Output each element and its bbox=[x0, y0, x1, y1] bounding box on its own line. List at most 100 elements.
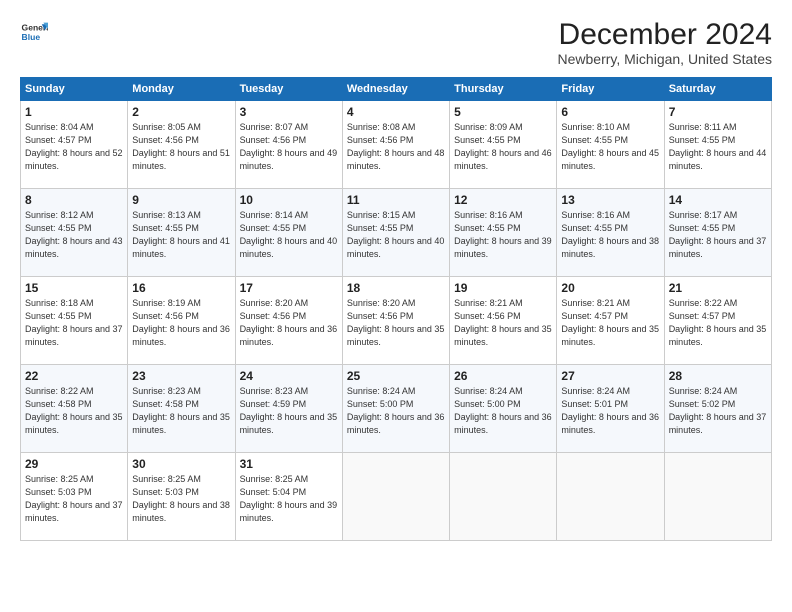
week-row-3: 15 Sunrise: 8:18 AM Sunset: 4:55 PM Dayl… bbox=[21, 277, 772, 365]
day-cell: 10 Sunrise: 8:14 AM Sunset: 4:55 PM Dayl… bbox=[235, 189, 342, 277]
day-info: Sunrise: 8:23 AM Sunset: 4:58 PM Dayligh… bbox=[132, 385, 230, 437]
day-number: 4 bbox=[347, 105, 445, 119]
header-row: Sunday Monday Tuesday Wednesday Thursday… bbox=[21, 78, 772, 101]
day-number: 26 bbox=[454, 369, 552, 383]
day-cell: 2 Sunrise: 8:05 AM Sunset: 4:56 PM Dayli… bbox=[128, 101, 235, 189]
day-info: Sunrise: 8:07 AM Sunset: 4:56 PM Dayligh… bbox=[240, 121, 338, 173]
day-number: 22 bbox=[25, 369, 123, 383]
day-info: Sunrise: 8:21 AM Sunset: 4:56 PM Dayligh… bbox=[454, 297, 552, 349]
week-row-4: 22 Sunrise: 8:22 AM Sunset: 4:58 PM Dayl… bbox=[21, 365, 772, 453]
day-number: 3 bbox=[240, 105, 338, 119]
day-cell: 11 Sunrise: 8:15 AM Sunset: 4:55 PM Dayl… bbox=[342, 189, 449, 277]
day-cell: 29 Sunrise: 8:25 AM Sunset: 5:03 PM Dayl… bbox=[21, 453, 128, 541]
day-cell: 25 Sunrise: 8:24 AM Sunset: 5:00 PM Dayl… bbox=[342, 365, 449, 453]
title-area: December 2024 Newberry, Michigan, United… bbox=[558, 18, 773, 67]
calendar-body: 1 Sunrise: 8:04 AM Sunset: 4:57 PM Dayli… bbox=[21, 101, 772, 541]
calendar-table: Sunday Monday Tuesday Wednesday Thursday… bbox=[20, 77, 772, 541]
day-cell: 5 Sunrise: 8:09 AM Sunset: 4:55 PM Dayli… bbox=[450, 101, 557, 189]
day-cell bbox=[342, 453, 449, 541]
week-row-5: 29 Sunrise: 8:25 AM Sunset: 5:03 PM Dayl… bbox=[21, 453, 772, 541]
day-number: 16 bbox=[132, 281, 230, 295]
day-cell: 24 Sunrise: 8:23 AM Sunset: 4:59 PM Dayl… bbox=[235, 365, 342, 453]
day-number: 7 bbox=[669, 105, 767, 119]
day-info: Sunrise: 8:23 AM Sunset: 4:59 PM Dayligh… bbox=[240, 385, 338, 437]
day-info: Sunrise: 8:24 AM Sunset: 5:02 PM Dayligh… bbox=[669, 385, 767, 437]
day-info: Sunrise: 8:19 AM Sunset: 4:56 PM Dayligh… bbox=[132, 297, 230, 349]
day-cell bbox=[450, 453, 557, 541]
week-row-2: 8 Sunrise: 8:12 AM Sunset: 4:55 PM Dayli… bbox=[21, 189, 772, 277]
day-cell: 18 Sunrise: 8:20 AM Sunset: 4:56 PM Dayl… bbox=[342, 277, 449, 365]
day-info: Sunrise: 8:09 AM Sunset: 4:55 PM Dayligh… bbox=[454, 121, 552, 173]
day-info: Sunrise: 8:21 AM Sunset: 4:57 PM Dayligh… bbox=[561, 297, 659, 349]
day-cell: 13 Sunrise: 8:16 AM Sunset: 4:55 PM Dayl… bbox=[557, 189, 664, 277]
day-info: Sunrise: 8:14 AM Sunset: 4:55 PM Dayligh… bbox=[240, 209, 338, 261]
day-cell: 23 Sunrise: 8:23 AM Sunset: 4:58 PM Dayl… bbox=[128, 365, 235, 453]
day-number: 28 bbox=[669, 369, 767, 383]
header: General Blue December 2024 Newberry, Mic… bbox=[20, 18, 772, 67]
col-wednesday: Wednesday bbox=[342, 78, 449, 101]
day-info: Sunrise: 8:12 AM Sunset: 4:55 PM Dayligh… bbox=[25, 209, 123, 261]
logo-icon: General Blue bbox=[20, 18, 48, 46]
day-cell: 12 Sunrise: 8:16 AM Sunset: 4:55 PM Dayl… bbox=[450, 189, 557, 277]
day-number: 6 bbox=[561, 105, 659, 119]
day-info: Sunrise: 8:24 AM Sunset: 5:01 PM Dayligh… bbox=[561, 385, 659, 437]
day-info: Sunrise: 8:22 AM Sunset: 4:57 PM Dayligh… bbox=[669, 297, 767, 349]
day-number: 11 bbox=[347, 193, 445, 207]
day-cell: 17 Sunrise: 8:20 AM Sunset: 4:56 PM Dayl… bbox=[235, 277, 342, 365]
day-number: 13 bbox=[561, 193, 659, 207]
day-cell: 27 Sunrise: 8:24 AM Sunset: 5:01 PM Dayl… bbox=[557, 365, 664, 453]
day-number: 19 bbox=[454, 281, 552, 295]
day-info: Sunrise: 8:24 AM Sunset: 5:00 PM Dayligh… bbox=[454, 385, 552, 437]
day-info: Sunrise: 8:22 AM Sunset: 4:58 PM Dayligh… bbox=[25, 385, 123, 437]
day-number: 1 bbox=[25, 105, 123, 119]
day-cell: 31 Sunrise: 8:25 AM Sunset: 5:04 PM Dayl… bbox=[235, 453, 342, 541]
day-cell: 8 Sunrise: 8:12 AM Sunset: 4:55 PM Dayli… bbox=[21, 189, 128, 277]
day-number: 5 bbox=[454, 105, 552, 119]
day-info: Sunrise: 8:11 AM Sunset: 4:55 PM Dayligh… bbox=[669, 121, 767, 173]
day-info: Sunrise: 8:15 AM Sunset: 4:55 PM Dayligh… bbox=[347, 209, 445, 261]
day-cell: 1 Sunrise: 8:04 AM Sunset: 4:57 PM Dayli… bbox=[21, 101, 128, 189]
day-cell: 19 Sunrise: 8:21 AM Sunset: 4:56 PM Dayl… bbox=[450, 277, 557, 365]
col-saturday: Saturday bbox=[664, 78, 771, 101]
day-info: Sunrise: 8:13 AM Sunset: 4:55 PM Dayligh… bbox=[132, 209, 230, 261]
day-number: 9 bbox=[132, 193, 230, 207]
col-sunday: Sunday bbox=[21, 78, 128, 101]
day-info: Sunrise: 8:18 AM Sunset: 4:55 PM Dayligh… bbox=[25, 297, 123, 349]
day-info: Sunrise: 8:20 AM Sunset: 4:56 PM Dayligh… bbox=[240, 297, 338, 349]
day-number: 10 bbox=[240, 193, 338, 207]
day-info: Sunrise: 8:17 AM Sunset: 4:55 PM Dayligh… bbox=[669, 209, 767, 261]
day-cell bbox=[557, 453, 664, 541]
day-cell bbox=[664, 453, 771, 541]
day-info: Sunrise: 8:10 AM Sunset: 4:55 PM Dayligh… bbox=[561, 121, 659, 173]
day-cell: 3 Sunrise: 8:07 AM Sunset: 4:56 PM Dayli… bbox=[235, 101, 342, 189]
col-thursday: Thursday bbox=[450, 78, 557, 101]
day-number: 14 bbox=[669, 193, 767, 207]
col-monday: Monday bbox=[128, 78, 235, 101]
day-number: 29 bbox=[25, 457, 123, 471]
day-number: 30 bbox=[132, 457, 230, 471]
subtitle: Newberry, Michigan, United States bbox=[558, 51, 773, 67]
day-cell: 9 Sunrise: 8:13 AM Sunset: 4:55 PM Dayli… bbox=[128, 189, 235, 277]
day-number: 18 bbox=[347, 281, 445, 295]
day-info: Sunrise: 8:04 AM Sunset: 4:57 PM Dayligh… bbox=[25, 121, 123, 173]
day-number: 8 bbox=[25, 193, 123, 207]
page: General Blue December 2024 Newberry, Mic… bbox=[0, 0, 792, 551]
day-info: Sunrise: 8:05 AM Sunset: 4:56 PM Dayligh… bbox=[132, 121, 230, 173]
day-cell: 16 Sunrise: 8:19 AM Sunset: 4:56 PM Dayl… bbox=[128, 277, 235, 365]
day-info: Sunrise: 8:08 AM Sunset: 4:56 PM Dayligh… bbox=[347, 121, 445, 173]
main-title: December 2024 bbox=[558, 18, 773, 51]
day-info: Sunrise: 8:16 AM Sunset: 4:55 PM Dayligh… bbox=[454, 209, 552, 261]
day-cell: 26 Sunrise: 8:24 AM Sunset: 5:00 PM Dayl… bbox=[450, 365, 557, 453]
logo: General Blue bbox=[20, 18, 48, 46]
day-info: Sunrise: 8:20 AM Sunset: 4:56 PM Dayligh… bbox=[347, 297, 445, 349]
week-row-1: 1 Sunrise: 8:04 AM Sunset: 4:57 PM Dayli… bbox=[21, 101, 772, 189]
day-number: 27 bbox=[561, 369, 659, 383]
day-info: Sunrise: 8:16 AM Sunset: 4:55 PM Dayligh… bbox=[561, 209, 659, 261]
day-number: 25 bbox=[347, 369, 445, 383]
day-info: Sunrise: 8:24 AM Sunset: 5:00 PM Dayligh… bbox=[347, 385, 445, 437]
day-number: 12 bbox=[454, 193, 552, 207]
day-cell: 22 Sunrise: 8:22 AM Sunset: 4:58 PM Dayl… bbox=[21, 365, 128, 453]
col-tuesday: Tuesday bbox=[235, 78, 342, 101]
day-number: 31 bbox=[240, 457, 338, 471]
day-cell: 21 Sunrise: 8:22 AM Sunset: 4:57 PM Dayl… bbox=[664, 277, 771, 365]
